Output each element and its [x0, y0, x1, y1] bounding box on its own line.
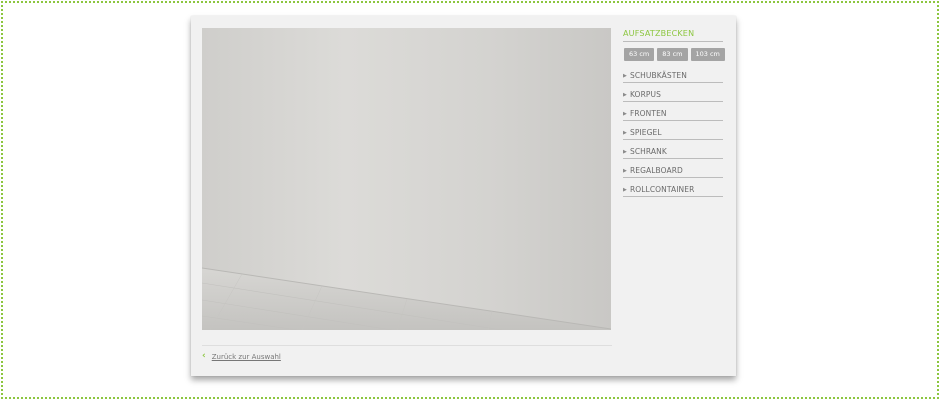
menu-item-fronten[interactable]: ▶ FRONTEN — [623, 103, 723, 121]
menu-item-schubkaesten[interactable]: ▶ SCHUBKÄSTEN — [623, 65, 723, 83]
chevron-left-icon: ‹ — [202, 351, 206, 361]
menu-item-label: SPIEGEL — [629, 128, 662, 137]
options-sidebar: AUFSATZBECKEN 63 cm 83 cm 103 cm ▶ SCHUB… — [623, 28, 725, 197]
footer-divider — [202, 345, 612, 346]
product-preview-image — [202, 28, 611, 330]
caret-right-icon: ▶ — [623, 73, 627, 79]
size-103-button[interactable]: 103 cm — [690, 48, 725, 61]
menu-item-korpus[interactable]: ▶ KORPUS — [623, 84, 723, 102]
menu-item-label: SCHUBKÄSTEN — [629, 71, 687, 80]
caret-right-icon: ▶ — [623, 168, 627, 174]
size-selector: 63 cm 83 cm 103 cm — [624, 48, 725, 61]
menu-item-spiegel[interactable]: ▶ SPIEGEL — [623, 122, 723, 140]
menu-item-label: SCHRANK — [629, 147, 667, 156]
options-menu: ▶ SCHUBKÄSTEN ▶ KORPUS ▶ FRONTEN ▶ SPIEG… — [623, 65, 723, 197]
menu-item-regalboard[interactable]: ▶ REGALBOARD — [623, 160, 723, 178]
sidebar-heading: AUFSATZBECKEN — [623, 28, 723, 42]
back-link-label: Zurück zur Auswahl — [211, 352, 281, 361]
caret-right-icon: ▶ — [623, 187, 627, 193]
menu-item-label: FRONTEN — [629, 109, 667, 118]
size-83-button[interactable]: 83 cm — [657, 48, 688, 61]
back-to-selection-link[interactable]: ‹ Zurück zur Auswahl — [202, 352, 281, 361]
caret-right-icon: ▶ — [623, 130, 627, 136]
menu-item-label: KORPUS — [629, 90, 661, 99]
caret-right-icon: ▶ — [623, 111, 627, 117]
menu-item-rollcontainer[interactable]: ▶ ROLLCONTAINER — [623, 179, 723, 197]
size-63-button[interactable]: 63 cm — [624, 48, 655, 61]
menu-item-schrank[interactable]: ▶ SCHRANK — [623, 141, 723, 159]
caret-right-icon: ▶ — [623, 92, 627, 98]
caret-right-icon: ▶ — [623, 149, 627, 155]
configurator-panel: ‹ Zurück zur Auswahl AUFSATZBECKEN 63 cm… — [191, 16, 736, 376]
menu-item-label: REGALBOARD — [629, 166, 683, 175]
menu-item-label: ROLLCONTAINER — [629, 185, 695, 194]
